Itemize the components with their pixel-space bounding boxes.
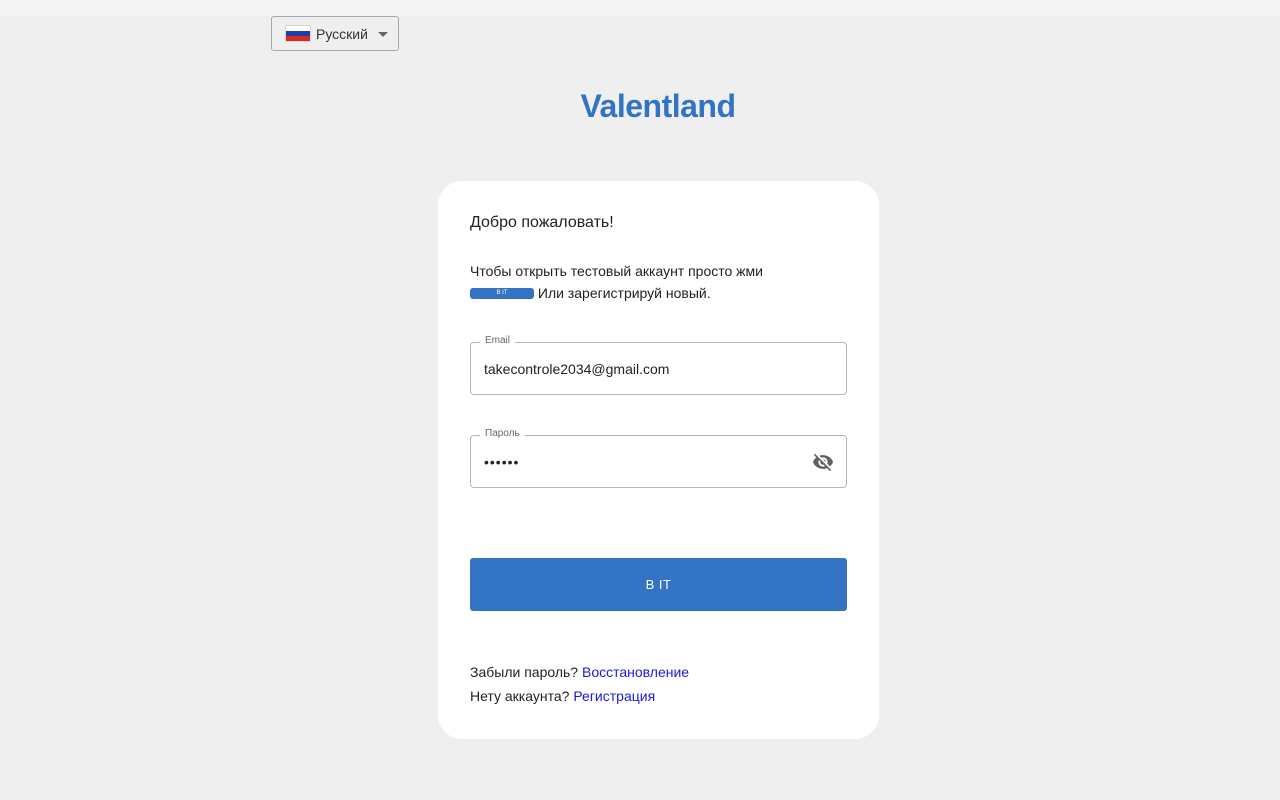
test-account-button[interactable]: В IT [470,287,534,299]
intro-text-before: Чтобы открыть тестовый аккаунт просто жм… [470,263,763,279]
email-field: Email [470,335,847,395]
password-input[interactable] [484,436,804,487]
russia-flag-icon [285,25,311,42]
noaccount-text: Нету аккаунта? [470,688,570,704]
password-field: Пароль [470,428,847,488]
login-card: Добро пожаловать! Чтобы открыть тестовый… [438,181,879,739]
footer-links: Забыли пароль? Восстановление Нету аккау… [470,660,689,708]
login-button[interactable]: В IT [470,558,847,611]
recover-link[interactable]: Восстановление [582,664,689,680]
register-row: Нету аккаунта? Регистрация [470,684,689,708]
eye-off-icon[interactable] [812,451,834,473]
forgot-row: Забыли пароль? Восстановление [470,660,689,684]
forgot-text: Забыли пароль? [470,664,579,680]
top-bar [0,0,1280,16]
language-label: Русский [316,25,368,42]
welcome-heading: Добро пожаловать! [470,214,614,231]
language-select[interactable]: Русский [271,16,399,51]
email-input[interactable] [484,343,804,394]
logo: Valentland [580,88,736,124]
intro-text-after: Или зарегистрируй новый. [537,285,711,301]
register-link[interactable]: Регистрация [573,688,655,704]
intro-text: Чтобы открыть тестовый аккаунт просто жм… [470,260,830,304]
chevron-down-icon [377,32,388,37]
